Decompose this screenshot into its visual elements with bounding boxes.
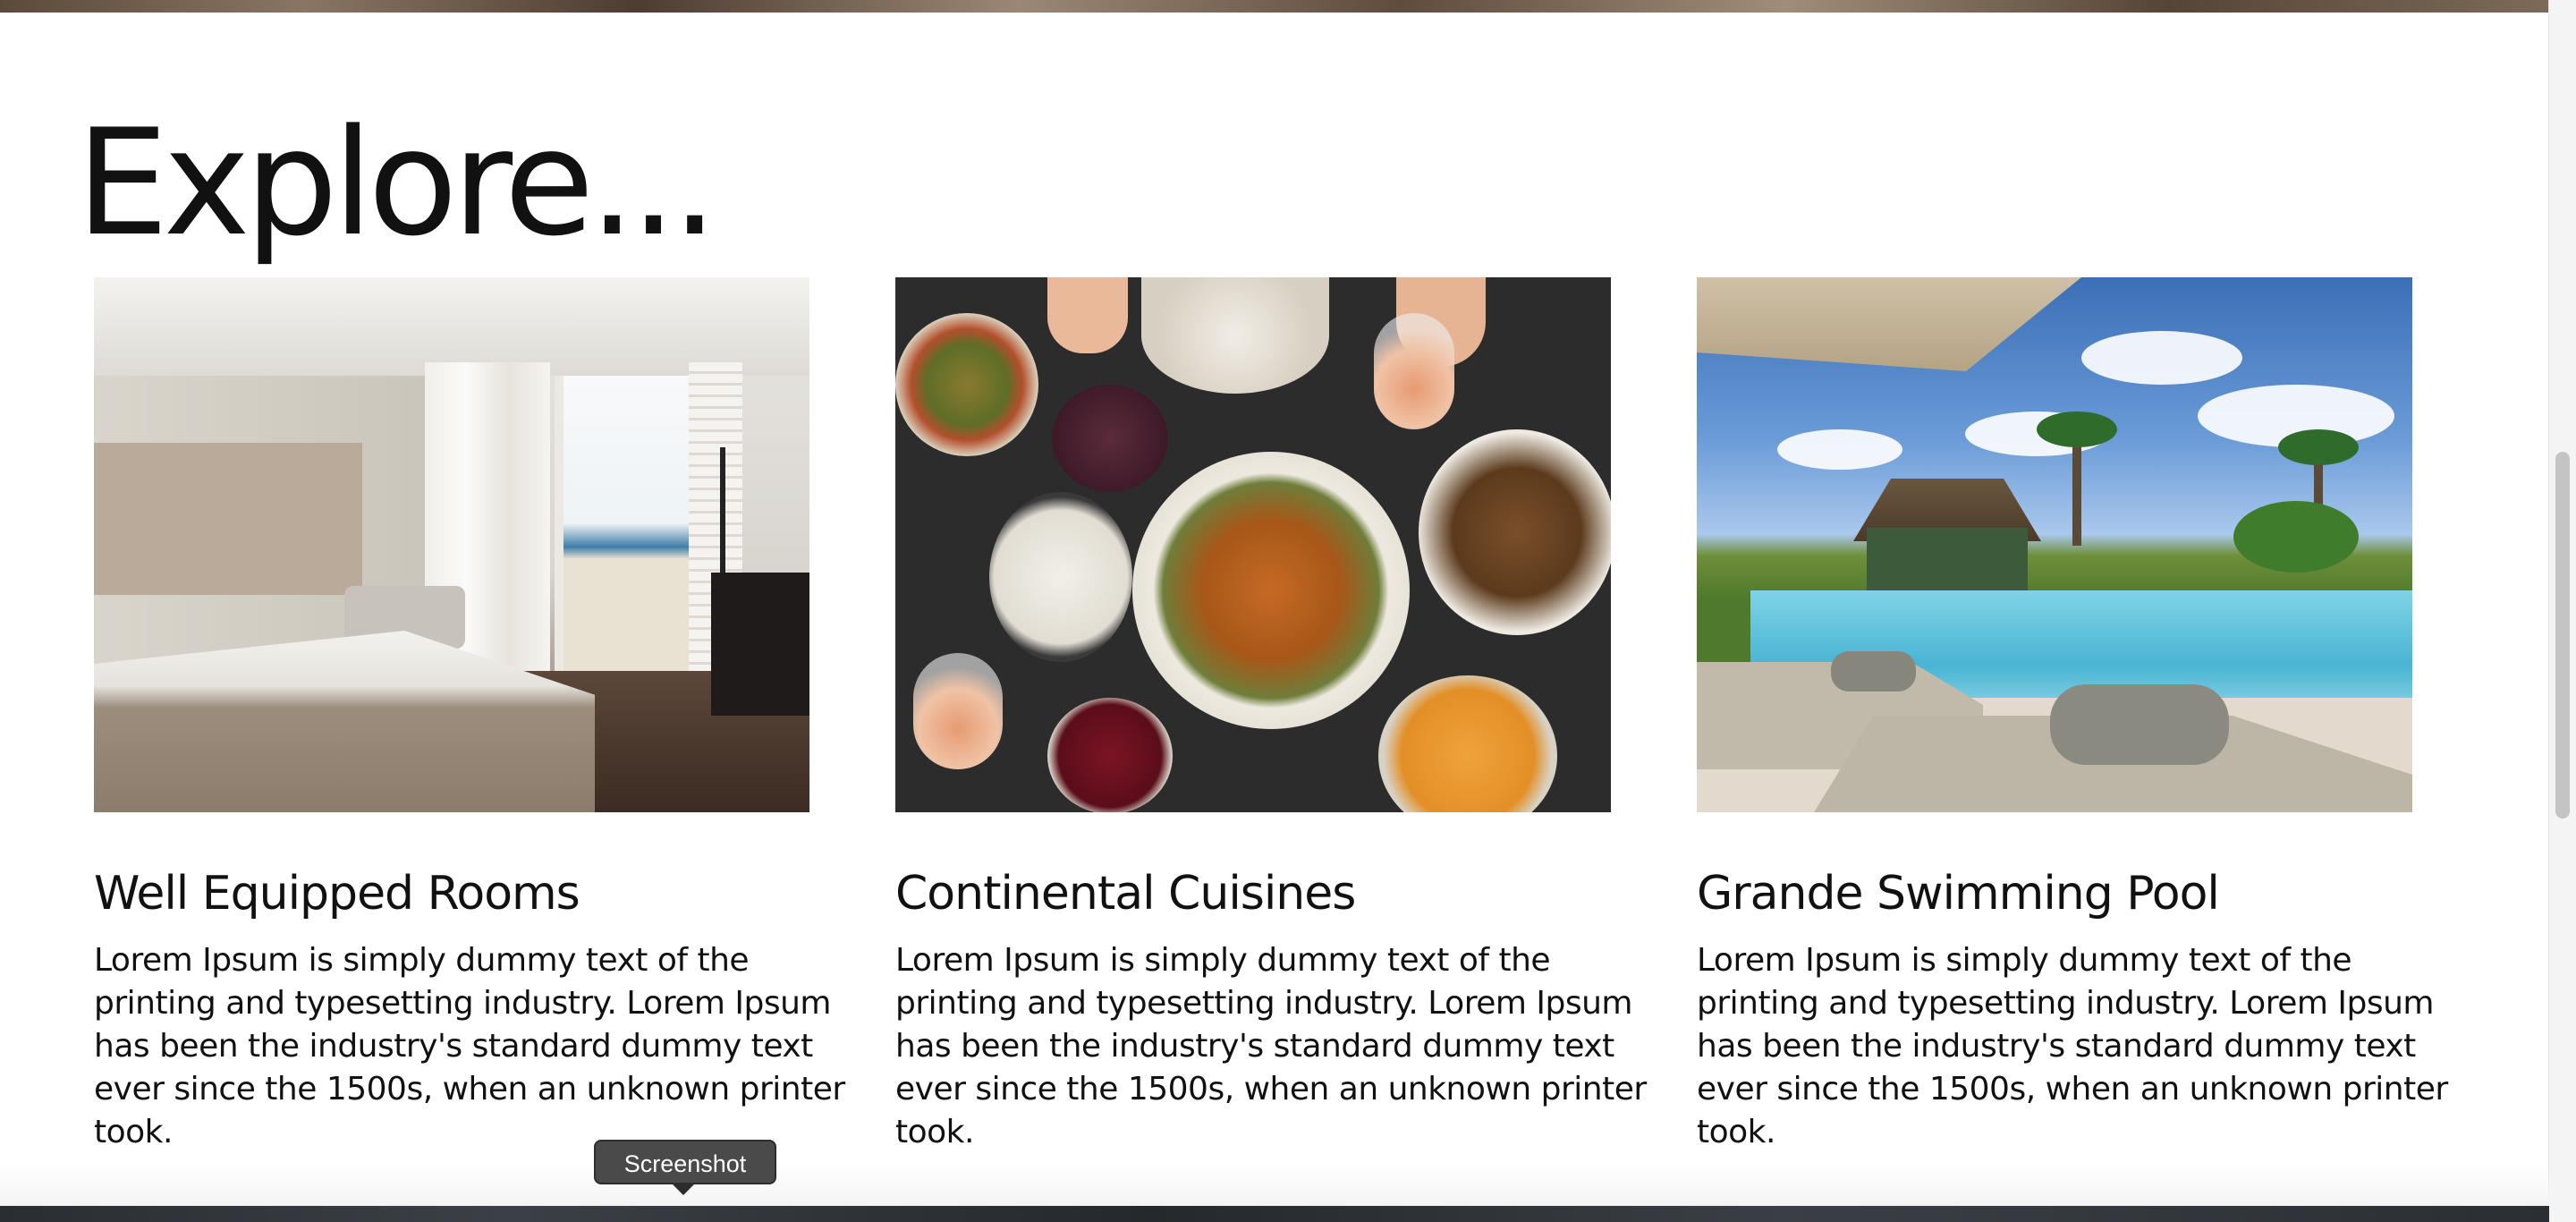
card-title: Grande Swimming Pool	[1697, 867, 2220, 921]
card-description: Lorem Ipsum is simply dummy text of the …	[94, 942, 845, 1150]
feature-card-rooms: Well Equipped Rooms Lorem Ipsum is simpl…	[94, 277, 854, 1150]
bottom-fade	[0, 1163, 2549, 1206]
cuisine-photo	[895, 277, 1611, 812]
dock-edge	[0, 1206, 2549, 1222]
scrollbar-thumb[interactable]	[2555, 452, 2570, 819]
pool-photo	[1697, 277, 2412, 812]
room-photo	[94, 277, 809, 812]
card-title: Continental Cuisines	[895, 867, 1356, 921]
screenshot-tooltip: Screenshot	[594, 1140, 776, 1184]
feature-card-pool: Grande Swimming Pool Lorem Ipsum is simp…	[1697, 277, 2457, 1150]
card-description: Lorem Ipsum is simply dummy text of the …	[895, 942, 1647, 1150]
hero-image-bottom-edge	[0, 0, 2549, 13]
tooltip-arrow	[671, 1183, 696, 1195]
page-title: Explore...	[76, 98, 718, 268]
card-description: Lorem Ipsum is simply dummy text of the …	[1697, 942, 2448, 1150]
feature-card-cuisines: Continental Cuisines Lorem Ipsum is simp…	[895, 277, 1656, 1150]
card-title: Well Equipped Rooms	[94, 867, 580, 921]
vertical-scrollbar[interactable]	[2548, 0, 2576, 1222]
